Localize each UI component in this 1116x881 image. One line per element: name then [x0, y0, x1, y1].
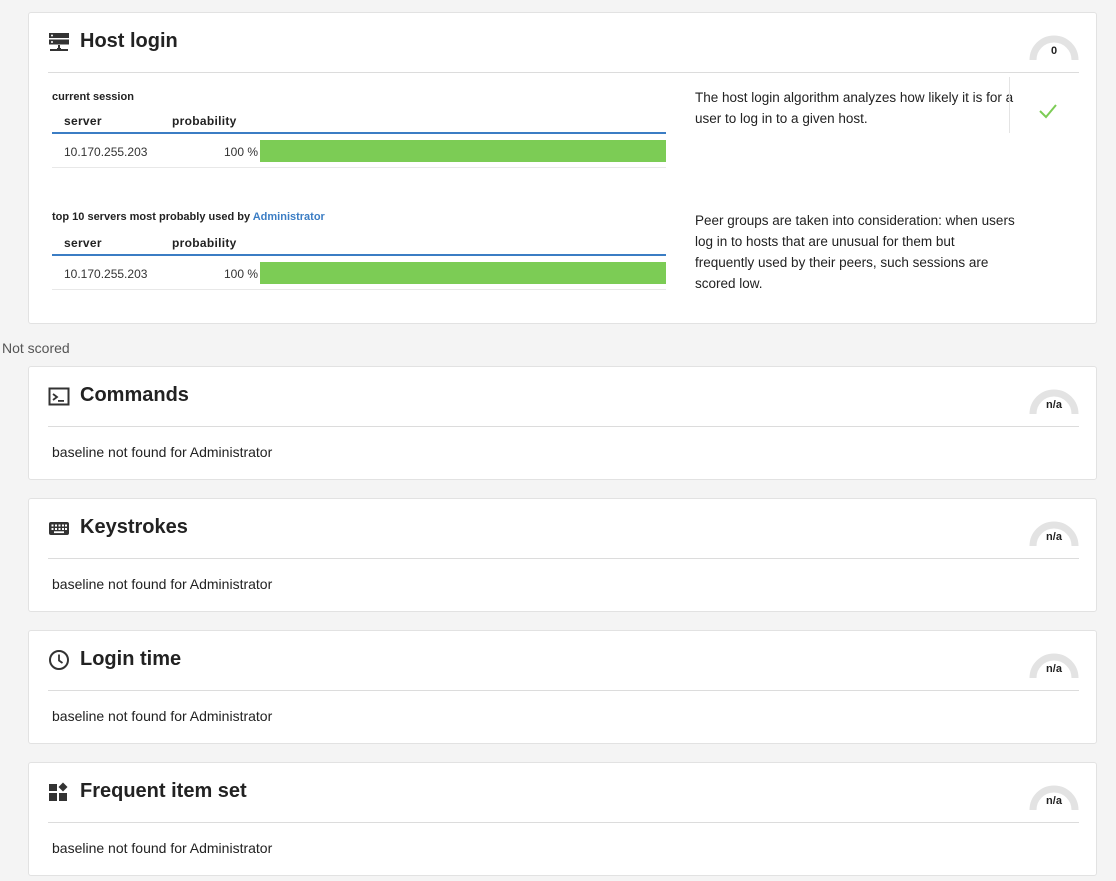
probability-cell: 100 % — [223, 145, 258, 159]
commands-card: Commands n/a baseline not found for Admi… — [28, 366, 1097, 480]
peer-groups-description: Peer groups are taken into consideration… — [695, 213, 1015, 291]
baseline-message: baseline not found for Administrator — [52, 708, 273, 724]
frequent-item-set-card: Frequent item set n/a baseline not found… — [28, 762, 1097, 876]
table-row: 10.170.255.203 100 % — [52, 134, 666, 168]
score-gauge: n/a — [1029, 387, 1079, 415]
table-header: server probability — [52, 110, 666, 134]
card-header: Login time n/a — [48, 631, 1079, 691]
column-server: server — [64, 236, 102, 250]
server-cell: 10.170.255.203 — [64, 145, 148, 159]
column-probability: probability — [172, 236, 237, 250]
card-title: Keystrokes — [80, 516, 188, 538]
column-probability: probability — [172, 114, 237, 128]
probability-bar-fill — [260, 262, 666, 284]
probability-bar — [260, 262, 666, 284]
table-row: 10.170.255.203 100 % — [52, 256, 666, 290]
server-icon — [48, 32, 70, 52]
algorithm-description: The host login algorithm analyzes how li… — [695, 90, 1014, 126]
card-header: Frequent item set n/a — [48, 763, 1079, 823]
table-header: server probability — [52, 232, 666, 256]
card-header: Keystrokes n/a — [48, 499, 1079, 559]
status-check — [1009, 77, 1081, 133]
card-title: Host login — [80, 30, 178, 52]
section-label: Not scored — [2, 340, 70, 356]
keystrokes-card: Keystrokes n/a baseline not found for Ad… — [28, 498, 1097, 612]
baseline-message: baseline not found for Administrator — [52, 444, 273, 460]
score-value: 0 — [1050, 45, 1058, 57]
check-icon — [1039, 104, 1057, 119]
widgets-icon — [48, 782, 70, 802]
terminal-icon — [48, 386, 70, 406]
baseline-message: baseline not found for Administrator — [52, 840, 273, 856]
score-gauge: n/a — [1029, 519, 1079, 547]
login-time-card: Login time n/a baseline not found for Ad… — [28, 630, 1097, 744]
top-servers-label: top 10 servers most probably used by Adm… — [52, 211, 325, 223]
score-gauge: n/a — [1029, 651, 1079, 679]
keyboard-icon — [48, 518, 70, 538]
top-servers-table: server probability 10.170.255.203 100 % — [52, 232, 666, 290]
user-link-administrator[interactable]: Administrator — [253, 211, 325, 223]
score-value: n/a — [1046, 795, 1062, 807]
host-login-card: Host login 0 current session server prob… — [28, 12, 1097, 324]
card-header: Commands n/a — [48, 367, 1079, 427]
probability-bar-fill — [260, 140, 666, 162]
card-title: Frequent item set — [80, 780, 247, 802]
score-gauge: 0 — [1029, 33, 1079, 61]
score-gauge: n/a — [1029, 783, 1079, 811]
server-cell: 10.170.255.203 — [64, 267, 148, 281]
score-value: n/a — [1046, 663, 1062, 675]
current-session-label: current session — [52, 91, 134, 103]
card-title: Commands — [80, 384, 189, 406]
card-title: Login time — [80, 648, 182, 670]
current-session-table: server probability 10.170.255.203 100 % — [52, 110, 666, 168]
probability-bar — [260, 140, 666, 162]
probability-cell: 100 % — [223, 267, 258, 281]
score-value: n/a — [1046, 531, 1062, 543]
baseline-message: baseline not found for Administrator — [52, 576, 273, 592]
analytics-page: Host login 0 current session server prob… — [0, 0, 1116, 881]
score-value: n/a — [1046, 399, 1062, 411]
column-server: server — [64, 114, 102, 128]
card-header: Host login 0 — [48, 13, 1079, 73]
clock-icon — [48, 649, 70, 671]
